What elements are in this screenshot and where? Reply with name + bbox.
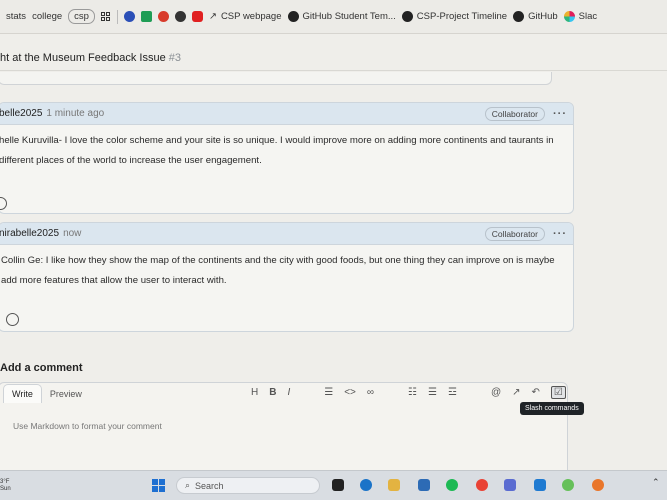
tab-write[interactable]: Write [3, 384, 42, 403]
comment-body: Collin Ge: I like how they show the map … [1, 255, 555, 286]
search-icon: ⌕ [185, 480, 191, 490]
bookmark-separator [116, 9, 118, 24]
add-reaction-icon[interactable] [6, 313, 19, 326]
bookmark-label: GitHub Student Tem... [302, 11, 396, 22]
tab-preview[interactable]: Preview [42, 385, 90, 403]
comment-card: nirabelle2025 now Collaborator ··· Collin… [0, 222, 574, 332]
comment-author[interactable]: nirabelle2025 [0, 228, 59, 239]
reply-icon[interactable]: ↶ [532, 387, 540, 398]
slash-commands-tooltip: Slash commands [520, 402, 584, 415]
heading-button[interactable]: H [251, 387, 258, 398]
comment-time[interactable]: 1 minute ago [46, 108, 104, 119]
numbered-list-icon[interactable]: ☰ [428, 387, 437, 398]
quote-icon[interactable]: ☰ [324, 387, 333, 398]
chrome-dark-icon[interactable] [174, 11, 186, 22]
bookmark-label: CSP webpage [220, 11, 282, 22]
comment-body: helle Kuruvilla- I love the color scheme… [0, 135, 554, 166]
firefox-icon[interactable] [592, 479, 604, 491]
weather-widget[interactable]: 3°F Sun [0, 479, 11, 493]
link-icon[interactable]: ∞ [367, 387, 374, 398]
bookmark-slack[interactable]: Slac [563, 11, 598, 22]
bookmark-label: Slac [578, 11, 598, 22]
markdown-toolbar: H B I ☰ <> ∞ ☷ ☰ ☲ @ ↗ ↶ ☑ [251, 386, 566, 399]
file-explorer-icon[interactable] [388, 479, 400, 491]
apps-grid-bookmark[interactable] [100, 11, 111, 22]
task-view-icon[interactable] [332, 479, 344, 491]
comment-time[interactable]: now [63, 228, 81, 239]
bookmark-label: csp [74, 11, 89, 22]
add-comment-heading: Add a comment [0, 362, 83, 374]
bookmarks-bar: stats college csp ↗ CSP webpage GitHub S… [0, 0, 667, 34]
task-list-icon[interactable]: ☲ [448, 387, 457, 398]
bookmark-csp-webpage[interactable]: ↗ CSP webpage [209, 11, 282, 22]
github-icon [401, 11, 413, 22]
chevron-up-icon[interactable]: ⌃ [652, 477, 660, 488]
apps-grid-icon [100, 11, 111, 22]
spotify-icon[interactable] [446, 479, 458, 491]
comment-editor: Write Preview H B I ☰ <> ∞ ☷ ☰ ☲ @ ↗ ↶ ☑… [0, 382, 568, 476]
app-icon[interactable] [504, 479, 516, 491]
bookmark-label: GitHub [528, 11, 558, 22]
app-green-icon[interactable] [562, 479, 574, 491]
bookmark-csp[interactable]: csp [68, 9, 95, 24]
title-divider [0, 70, 667, 71]
issue-title-text: ht at the Museum Feedback Issue [0, 52, 166, 64]
settings-red-icon[interactable] [157, 11, 169, 22]
issue-number: #3 [168, 52, 182, 64]
comment-menu-button[interactable]: ··· [553, 228, 567, 240]
comment-card: belle2025 1 minute ago Collaborator ··· h… [0, 102, 574, 214]
bookmark-label: stats [6, 11, 27, 22]
issue-page: ht at the Museum Feedback Issue #3 belle… [0, 34, 667, 476]
italic-button[interactable]: I [287, 387, 290, 398]
taskbar-search[interactable]: ⌕ Search [176, 477, 320, 494]
store-icon[interactable] [418, 479, 430, 491]
bookmark-github[interactable]: GitHub [513, 11, 558, 22]
bookmark-stats[interactable]: stats [6, 11, 26, 22]
comment-header: belle2025 1 minute ago Collaborator ··· [0, 103, 573, 125]
slash-commands-icon[interactable]: ☑ [550, 386, 566, 399]
vscode-icon[interactable] [534, 479, 546, 491]
collaborator-badge: Collaborator [484, 106, 545, 121]
bookmark-label: college [32, 11, 63, 22]
bulleted-list-icon[interactable]: ☷ [408, 387, 417, 398]
code-icon[interactable]: <> [344, 387, 356, 398]
youtube-icon[interactable] [191, 11, 203, 22]
mention-icon[interactable]: @ [491, 387, 501, 398]
bookmark-label: CSP-Project Timeline [416, 11, 508, 22]
chrome-icon[interactable] [476, 479, 488, 491]
bookmark-college[interactable]: college [32, 11, 62, 22]
windows-taskbar: 3°F Sun ⌕ Search ⌃ [0, 470, 667, 500]
slack-icon [563, 11, 575, 22]
bold-button[interactable]: B [269, 387, 276, 398]
add-reaction-icon[interactable] [0, 197, 7, 210]
github-icon [513, 11, 525, 22]
arrow-icon: ↗ [208, 11, 217, 22]
bookmark-github-student[interactable]: GitHub Student Tem... [287, 11, 396, 22]
circle-blue-icon[interactable] [123, 11, 135, 22]
comment-textarea[interactable]: Use Markdown to format your comment [13, 421, 162, 431]
search-label: Search [195, 480, 224, 491]
issue-title: ht at the Museum Feedback Issue #3 [0, 52, 181, 64]
previous-comment-box [0, 72, 552, 85]
cross-reference-icon[interactable]: ↗ [512, 387, 520, 398]
github-icon [287, 11, 299, 22]
comment-author[interactable]: belle2025 [0, 108, 42, 119]
drive-icon[interactable] [140, 11, 152, 22]
edge-icon[interactable] [360, 479, 372, 491]
comment-header: nirabelle2025 now Collaborator ··· [0, 223, 573, 245]
comment-menu-button[interactable]: ··· [553, 108, 567, 120]
windows-start-icon[interactable] [152, 479, 165, 492]
collaborator-badge: Collaborator [484, 226, 545, 241]
bookmark-csp-timeline[interactable]: CSP-Project Timeline [401, 11, 508, 22]
